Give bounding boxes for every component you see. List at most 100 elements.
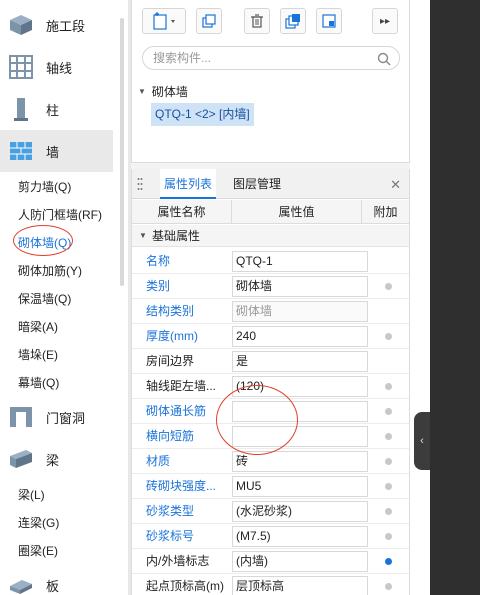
category-label: 柱	[46, 102, 60, 118]
beam-item-coupling-beam[interactable]: 连梁(G)	[18, 514, 59, 531]
collapse-panel-button[interactable]: ‹	[414, 412, 430, 470]
property-panel: 属性列表 图层管理 ✕ 属性名称 属性值 附加 ▼ 基础属性 名称 QTQ-1 类别…	[131, 169, 410, 595]
property-name: 砂浆标号	[146, 529, 195, 543]
category-wall[interactable]: 墙	[0, 130, 113, 172]
extra-checkbox[interactable]	[385, 508, 392, 515]
table-row[interactable]: 砖砌块强度... MU5	[132, 474, 409, 499]
wall-item-concealed-beam[interactable]: 暗梁(A)	[18, 318, 58, 335]
category-label: 梁	[46, 452, 60, 468]
property-value-field[interactable]: 砌体墙	[232, 276, 368, 297]
property-value-field[interactable]: 层顶标高	[232, 576, 368, 595]
new-component-button[interactable]	[142, 8, 186, 34]
property-value-field[interactable]: (内墙)	[232, 551, 368, 572]
table-row[interactable]: 起点顶标高(m) 层顶标高	[132, 574, 409, 595]
extra-checkbox[interactable]	[385, 533, 392, 540]
category-label: 施工段	[46, 18, 86, 34]
extra-checkbox[interactable]	[385, 458, 392, 465]
search-box[interactable]	[142, 46, 400, 70]
delete-component-button[interactable]	[244, 8, 270, 34]
property-name: 砖砌块强度...	[146, 479, 217, 493]
double-chevron-right-icon: ▸▸	[379, 15, 391, 27]
property-value-field[interactable]: MU5	[232, 476, 368, 497]
tree-node-masonry-wall[interactable]: ▼ 砌体墙	[138, 83, 188, 100]
property-value-field[interactable]: 是	[232, 351, 368, 372]
header-extra: 附加	[373, 205, 398, 219]
table-row[interactable]: 内/外墙标志 (内墙)	[132, 549, 409, 574]
new-document-icon	[153, 12, 175, 30]
wall-item-shear-wall[interactable]: 剪力墙(Q)	[18, 178, 71, 195]
chevron-left-icon: ‹	[420, 435, 424, 447]
extra-checkbox[interactable]	[385, 283, 392, 290]
group-basic-properties[interactable]: ▼ 基础属性	[132, 225, 409, 247]
search-input[interactable]	[153, 50, 363, 66]
category-label: 轴线	[46, 60, 73, 76]
property-name: 材质	[146, 454, 171, 468]
extra-checkbox[interactable]	[385, 583, 392, 590]
header-property-name: 属性名称	[132, 200, 232, 224]
import-icon	[322, 14, 336, 28]
beam-item-ring-beam[interactable]: 圈梁(E)	[18, 542, 58, 559]
property-tabs: 属性列表 图层管理 ✕	[132, 169, 409, 199]
property-value-field[interactable]: 240	[232, 326, 368, 347]
wall-icon	[10, 142, 32, 160]
collapse-triangle-icon[interactable]: ▼	[139, 225, 147, 247]
property-name: 砌体通长筋	[146, 404, 207, 418]
category-slab[interactable]: 板	[0, 564, 113, 595]
import-component-button[interactable]	[316, 8, 342, 34]
stacked-copy-icon	[285, 14, 300, 29]
header-property-value: 属性值	[232, 200, 362, 224]
extra-checkbox[interactable]	[385, 433, 392, 440]
property-name: 结构类别	[146, 304, 195, 318]
category-column[interactable]: 柱	[0, 88, 113, 130]
canvas-area	[430, 0, 480, 595]
app-root: 施工段 轴线 柱 墙 剪力墙(Q) 人防门框墙(RF) 砌体墙(Q) 砌体加筋(…	[0, 0, 480, 595]
wall-item-masonry-reinforcement[interactable]: 砌体加筋(Y)	[18, 262, 82, 279]
right-margin	[410, 0, 418, 595]
property-value-field[interactable]: (M7.5)	[232, 526, 368, 547]
wall-item-insulation-wall[interactable]: 保温墙(Q)	[18, 290, 71, 307]
category-construction-zone[interactable]: 施工段	[0, 4, 113, 46]
table-row[interactable]: 砂浆类型 (水泥砂浆)	[132, 499, 409, 524]
table-row[interactable]: 厚度(mm) 240	[132, 324, 409, 349]
category-axis[interactable]: 轴线	[0, 46, 113, 88]
scrollbar-thumb[interactable]	[120, 18, 124, 286]
table-row[interactable]: 名称 QTQ-1	[132, 249, 409, 274]
wall-item-civil-defense-door-frame[interactable]: 人防门框墙(RF)	[18, 206, 102, 223]
wall-item-wall-pier[interactable]: 墙垛(E)	[18, 346, 58, 363]
property-value-field[interactable]: 砌体墙	[232, 301, 368, 322]
property-name: 类别	[146, 279, 171, 293]
extra-checkbox[interactable]	[385, 333, 392, 340]
beam-item-beam[interactable]: 梁(L)	[18, 486, 45, 503]
extra-checkbox[interactable]	[385, 483, 392, 490]
table-row[interactable]: 砂浆标号 (M7.5)	[132, 524, 409, 549]
property-name: 厚度(mm)	[146, 329, 198, 343]
table-row[interactable]: 房间边界 是	[132, 349, 409, 374]
category-panel: 施工段 轴线 柱 墙 剪力墙(Q) 人防门框墙(RF) 砌体墙(Q) 砌体加筋(…	[0, 0, 128, 595]
table-row[interactable]: 类别 砌体墙	[132, 274, 409, 299]
extra-checkbox[interactable]	[385, 408, 392, 415]
collapse-triangle-icon[interactable]: ▼	[138, 87, 146, 96]
table-header: 属性名称 属性值 附加	[132, 200, 409, 224]
category-scrollbar[interactable]	[118, 0, 126, 595]
search-icon[interactable]	[377, 52, 391, 66]
beam-icon	[10, 450, 32, 468]
expand-toolbar-button[interactable]: ▸▸	[372, 8, 398, 34]
extra-checkbox[interactable]	[385, 558, 392, 565]
category-beam[interactable]: 梁	[0, 438, 113, 480]
drag-grip-icon[interactable]	[137, 177, 143, 191]
table-row[interactable]: 结构类别 砌体墙	[132, 299, 409, 324]
close-icon[interactable]: ✕	[390, 177, 401, 193]
wall-item-curtain-wall[interactable]: 幕墙(Q)	[18, 374, 59, 391]
tree-leaf-selected[interactable]: QTQ-1 <2> [内墙]	[151, 103, 254, 126]
category-door-window[interactable]: 门窗洞	[0, 396, 113, 438]
layer-copy-button[interactable]	[280, 8, 306, 34]
extra-checkbox[interactable]	[385, 383, 392, 390]
tab-property-list[interactable]: 属性列表	[160, 169, 217, 199]
highlight-circle	[13, 225, 73, 256]
property-value-field[interactable]: QTQ-1	[232, 251, 368, 272]
tab-layer-management[interactable]: 图层管理	[229, 169, 285, 199]
column-icon	[14, 98, 28, 121]
category-label: 门窗洞	[46, 410, 86, 426]
property-value-field[interactable]: (水泥砂浆)	[232, 501, 368, 522]
copy-component-button[interactable]	[196, 8, 222, 34]
